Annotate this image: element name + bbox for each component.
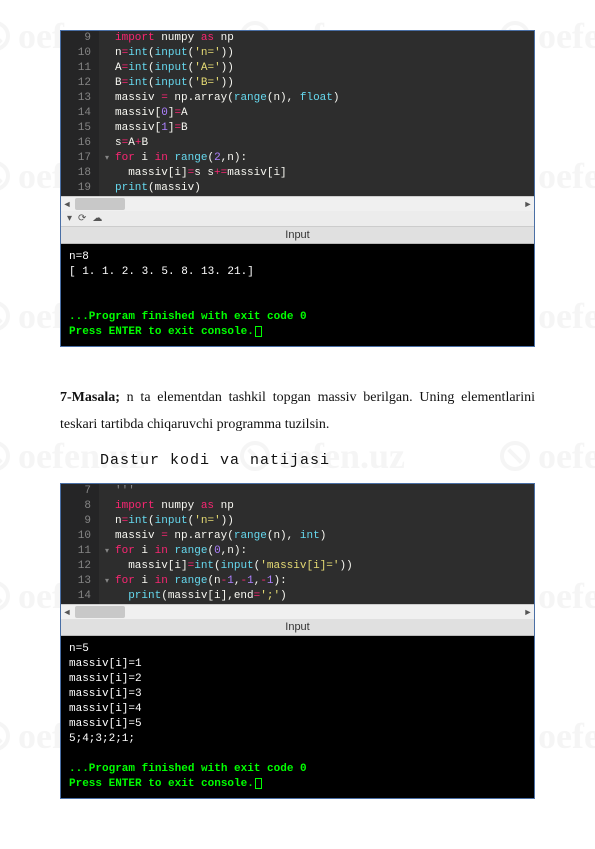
console-output-2: n=5massiv[i]=1massiv[i]=2massiv[i]=3mass… xyxy=(61,636,534,798)
console-line: massiv[i]=2 xyxy=(69,672,526,687)
console-line: massiv[i]=5 xyxy=(69,717,526,732)
io-tab[interactable]: Input xyxy=(61,227,534,244)
code-line: 11▾for i in range(0,n): xyxy=(61,544,534,559)
console-line: n=5 xyxy=(69,642,526,657)
dropdown-icon[interactable]: ▾ xyxy=(67,213,72,224)
console-line: 5;4;3;2;1; xyxy=(69,732,526,747)
scroll-thumb[interactable] xyxy=(75,198,125,210)
console-line: Press ENTER to exit console. xyxy=(69,777,526,792)
console-line: ...Program finished with exit code 0 xyxy=(69,762,526,777)
task-description: 7-Masala; n ta elementdan tashkil topgan… xyxy=(60,385,535,438)
scroll-right-arrow-icon[interactable]: ► xyxy=(522,606,534,618)
screenshot-block-1: 9 import numpy as np10 n=int(input('n=')… xyxy=(60,30,535,347)
code-editor-2: 7 '''8 import numpy as np9 n=int(input('… xyxy=(61,484,534,604)
code-line: 15 massiv[1]=B xyxy=(61,121,534,136)
task-label: 7-Masala; xyxy=(60,390,120,405)
console-line: ...Program finished with exit code 0 xyxy=(69,310,526,325)
screenshot-block-2: 7 '''8 import numpy as np9 n=int(input('… xyxy=(60,483,535,799)
console-line: massiv[i]=4 xyxy=(69,702,526,717)
code-line: 13▾for i in range(n-1,-1,-1): xyxy=(61,574,534,589)
io-tab-2[interactable]: Input xyxy=(61,619,534,636)
scroll-left-arrow-icon[interactable]: ◄ xyxy=(61,198,73,210)
code-editor-1: 9 import numpy as np10 n=int(input('n=')… xyxy=(61,31,534,196)
horizontal-scrollbar-2[interactable]: ◄ ► xyxy=(61,604,534,619)
code-line: 16 s=A+B xyxy=(61,136,534,151)
console-line xyxy=(69,280,526,295)
console-toolbar: ▾ ⟳ ☁ xyxy=(61,211,534,227)
scroll-thumb[interactable] xyxy=(75,606,125,618)
console-line: massiv[i]=1 xyxy=(69,657,526,672)
console-line xyxy=(69,295,526,310)
console-line: Press ENTER to exit console. xyxy=(69,325,526,340)
code-line: 17▾for i in range(2,n): xyxy=(61,151,534,166)
console-line xyxy=(69,747,526,762)
console-output-1: n=8[ 1. 1. 2. 3. 5. 8. 13. 21.] ...Progr… xyxy=(61,244,534,346)
cloud-icon[interactable]: ☁ xyxy=(92,213,102,224)
refresh-icon[interactable]: ⟳ xyxy=(78,213,86,224)
code-line: 10 n=int(input('n=')) xyxy=(61,46,534,61)
code-line: 19 print(massiv) xyxy=(61,181,534,196)
section-subheader: Dastur kodi va natijasi xyxy=(100,452,535,469)
code-line: 12 massiv[i]=int(input('massiv[i]=')) xyxy=(61,559,534,574)
console-line: [ 1. 1. 2. 3. 5. 8. 13. 21.] xyxy=(69,265,526,280)
console-line: n=8 xyxy=(69,250,526,265)
task-text: n ta elementdan tashkil topgan massiv be… xyxy=(60,390,535,432)
code-line: 18 massiv[i]=s s+=massiv[i] xyxy=(61,166,534,181)
code-line: 12 B=int(input('B=')) xyxy=(61,76,534,91)
code-line: 11 A=int(input('A=')) xyxy=(61,61,534,76)
code-line: 8 import numpy as np xyxy=(61,499,534,514)
scroll-left-arrow-icon[interactable]: ◄ xyxy=(61,606,73,618)
code-line: 13 massiv = np.array(range(n), float) xyxy=(61,91,534,106)
console-line: massiv[i]=3 xyxy=(69,687,526,702)
code-line: 9 import numpy as np xyxy=(61,31,534,46)
code-line: 7 ''' xyxy=(61,484,534,499)
code-line: 10 massiv = np.array(range(n), int) xyxy=(61,529,534,544)
code-line: 14 print(massiv[i],end=';') xyxy=(61,589,534,604)
code-line: 14 massiv[0]=A xyxy=(61,106,534,121)
horizontal-scrollbar[interactable]: ◄ ► xyxy=(61,196,534,211)
scroll-right-arrow-icon[interactable]: ► xyxy=(522,198,534,210)
code-line: 9 n=int(input('n=')) xyxy=(61,514,534,529)
